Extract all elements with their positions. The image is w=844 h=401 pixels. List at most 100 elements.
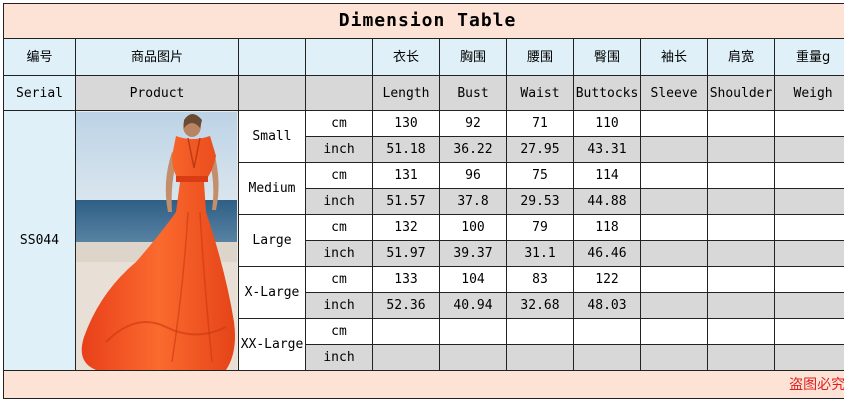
size-label: Small <box>238 110 306 163</box>
header-cn-bust: 胸围 <box>439 38 507 76</box>
empty-cell <box>640 240 708 267</box>
header-cn-blank-size <box>238 38 306 76</box>
unit-label: inch <box>305 136 373 163</box>
unit-label: cm <box>305 266 373 293</box>
empty-cell <box>773 240 844 267</box>
empty-cell <box>773 136 844 163</box>
measure-buttocks <box>573 318 641 345</box>
empty-cell <box>707 188 775 215</box>
unit-label: cm <box>305 318 373 345</box>
empty-cell <box>640 292 708 319</box>
measure-bust: 92 <box>439 110 507 137</box>
unit-label: inch <box>305 292 373 319</box>
measure-waist: 27.95 <box>506 136 574 163</box>
empty-cell <box>640 162 708 189</box>
measure-waist: 79 <box>506 214 574 241</box>
header-cn-sleeve: 袖长 <box>640 38 708 76</box>
header-en-length: Length <box>372 75 440 111</box>
measure-length: 130 <box>372 110 440 137</box>
measure-waist: 75 <box>506 162 574 189</box>
empty-cell <box>773 318 844 345</box>
table-title: Dimension Table <box>338 10 517 31</box>
header-en-blank-size <box>238 75 306 111</box>
header-cn-weight: 重量g <box>773 38 844 76</box>
empty-cell <box>773 188 844 215</box>
size-label: Large <box>238 214 306 267</box>
empty-cell <box>773 162 844 189</box>
unit-label: cm <box>305 214 373 241</box>
empty-cell <box>640 344 708 371</box>
measure-length: 132 <box>372 214 440 241</box>
empty-cell <box>707 136 775 163</box>
measure-bust: 100 <box>439 214 507 241</box>
unit-label: cm <box>305 110 373 137</box>
table-row: SS044 Small cm 130 92 71 110 <box>3 110 844 371</box>
measure-length: 51.18 <box>372 136 440 163</box>
header-cn-waist: 腰围 <box>506 38 574 76</box>
measure-bust: 37.8 <box>439 188 507 215</box>
empty-cell <box>640 136 708 163</box>
footer-warning: 盗图必究 <box>789 376 844 393</box>
measure-bust <box>439 318 507 345</box>
header-cn-length: 衣长 <box>372 38 440 76</box>
header-cn-serial: 编号 <box>3 38 76 76</box>
empty-cell <box>707 292 775 319</box>
measure-buttocks: 110 <box>573 110 641 137</box>
empty-cell <box>773 292 844 319</box>
measure-bust: 39.37 <box>439 240 507 267</box>
header-cn-blank-unit <box>305 38 373 76</box>
measure-waist: 83 <box>506 266 574 293</box>
measure-buttocks: 48.03 <box>573 292 641 319</box>
measure-length: 133 <box>372 266 440 293</box>
header-en-blank-unit <box>305 75 373 111</box>
empty-cell <box>773 266 844 293</box>
size-label: XX-Large <box>238 318 306 371</box>
measure-buttocks: 43.31 <box>573 136 641 163</box>
size-label: Medium <box>238 162 306 215</box>
measure-bust: 36.22 <box>439 136 507 163</box>
header-en-serial: Serial <box>3 75 76 111</box>
size-label: X-Large <box>238 266 306 319</box>
empty-cell <box>640 188 708 215</box>
unit-label: inch <box>305 240 373 267</box>
measure-length <box>372 344 440 371</box>
empty-cell <box>640 266 708 293</box>
measure-waist <box>506 318 574 345</box>
measure-length <box>372 318 440 345</box>
measure-waist: 71 <box>506 110 574 137</box>
header-cn-buttocks: 臀围 <box>573 38 641 76</box>
header-en-waist: Waist <box>506 75 574 111</box>
unit-label: inch <box>305 188 373 215</box>
header-cn-shoulder: 肩宽 <box>707 38 775 76</box>
header-en-buttocks: Buttocks <box>573 75 641 111</box>
empty-cell <box>640 214 708 241</box>
table-title-cell: Dimension Table <box>2 3 844 39</box>
measure-waist: 29.53 <box>506 188 574 215</box>
measure-buttocks: 44.88 <box>573 188 641 215</box>
header-en-sleeve: Sleeve <box>640 75 708 111</box>
dimension-table: Dimension Table 编号 商品图片 衣长 胸围 腰围 臀围 袖长 肩… <box>2 3 844 399</box>
measure-waist <box>506 344 574 371</box>
measure-buttocks: 118 <box>573 214 641 241</box>
product-photo <box>76 111 237 370</box>
measure-bust: 104 <box>439 266 507 293</box>
measure-length: 52.36 <box>372 292 440 319</box>
empty-cell <box>773 214 844 241</box>
footer-cell: 盗图必究 <box>2 370 844 399</box>
empty-cell <box>707 240 775 267</box>
measure-buttocks <box>573 344 641 371</box>
measure-waist: 32.68 <box>506 292 574 319</box>
empty-cell <box>707 110 775 137</box>
empty-cell <box>640 318 708 345</box>
measure-length: 51.97 <box>372 240 440 267</box>
header-row-english: Serial Product Length Bust Waist Buttock… <box>3 75 844 111</box>
measure-length: 131 <box>372 162 440 189</box>
empty-cell <box>707 162 775 189</box>
empty-cell <box>707 214 775 241</box>
header-cn-product: 商品图片 <box>75 38 239 76</box>
unit-label: inch <box>305 344 373 371</box>
measure-bust <box>439 344 507 371</box>
empty-cell <box>773 110 844 137</box>
measure-waist: 31.1 <box>506 240 574 267</box>
empty-cell <box>707 266 775 293</box>
